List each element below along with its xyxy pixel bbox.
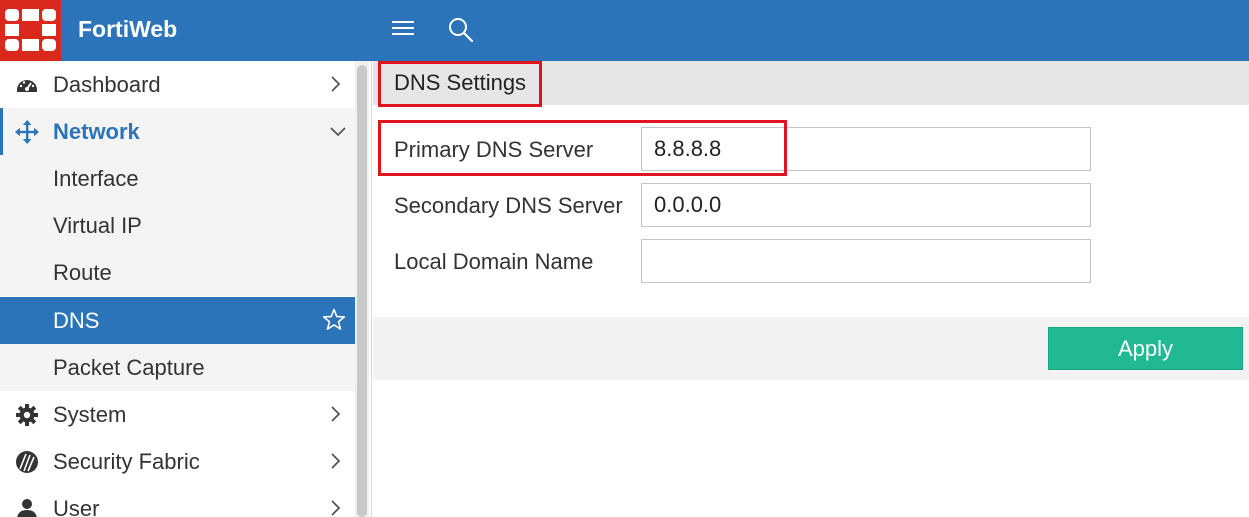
- local-domain-input[interactable]: [641, 239, 1091, 283]
- favorite-star-icon[interactable]: [322, 308, 346, 332]
- sidebar-item-label: Route: [53, 260, 112, 285]
- sidebar-item-label: Dashboard: [53, 72, 161, 97]
- chevron-right-icon: [331, 76, 341, 92]
- sidebar-item-label: Virtual IP: [53, 213, 142, 238]
- sidebar-item-interface[interactable]: Interface: [0, 155, 355, 202]
- sidebar-item-label: Security Fabric: [53, 449, 200, 474]
- highlight-box-title: [378, 61, 542, 107]
- security-fabric-icon: [16, 451, 38, 473]
- hamburger-menu-icon[interactable]: [390, 17, 416, 43]
- sidebar-item-label: Packet Capture: [53, 355, 205, 380]
- sidebar-item-label: DNS: [53, 308, 100, 333]
- network-icon: [15, 120, 39, 144]
- sidebar-item-label: Interface: [53, 166, 139, 191]
- main-content: DNS Settings Primary DNS Server 8.8.8.8 …: [373, 61, 1249, 517]
- chevron-right-icon: [331, 406, 341, 422]
- highlight-box-primary-dns: [378, 120, 787, 176]
- sidebar-item-virtual-ip[interactable]: Virtual IP: [0, 202, 355, 249]
- local-domain-row: Local Domain Name: [373, 239, 1249, 283]
- search-icon[interactable]: [447, 16, 475, 44]
- sidebar-item-user[interactable]: User: [0, 485, 355, 517]
- secondary-dns-input[interactable]: 0.0.0.0: [641, 183, 1091, 227]
- sidebar-item-label: Network: [53, 119, 140, 144]
- sidebar-item-security-fabric[interactable]: Security Fabric: [0, 438, 355, 485]
- sidebar-item-dns[interactable]: DNS: [0, 297, 355, 344]
- form-footer: Apply: [373, 317, 1249, 380]
- gear-icon: [16, 404, 38, 426]
- sidebar-item-route[interactable]: Route: [0, 249, 355, 296]
- secondary-dns-row: Secondary DNS Server 0.0.0.0: [373, 183, 1249, 227]
- sidebar-item-dashboard[interactable]: Dashboard: [0, 61, 355, 108]
- apply-button[interactable]: Apply: [1048, 327, 1243, 370]
- fortinet-logo-icon[interactable]: [0, 0, 61, 61]
- local-domain-label: Local Domain Name: [394, 249, 594, 274]
- chevron-right-icon: [331, 453, 341, 469]
- brand-name: FortiWeb: [78, 16, 178, 42]
- chevron-down-icon: [330, 127, 346, 137]
- sidebar-item-network[interactable]: Network: [0, 108, 355, 155]
- sidebar-item-label: User: [53, 496, 100, 517]
- secondary-dns-label: Secondary DNS Server: [394, 193, 623, 218]
- top-bar: FortiWeb: [0, 0, 1249, 61]
- sidebar-item-packet-capture[interactable]: Packet Capture: [0, 344, 355, 391]
- chevron-right-icon: [331, 500, 341, 516]
- user-icon: [17, 499, 37, 517]
- sidebar-scrollbar-thumb[interactable]: [357, 65, 367, 517]
- sidebar: Dashboard Network Interface Virtual IP R…: [0, 61, 372, 517]
- sidebar-item-label: System: [53, 402, 127, 427]
- sidebar-item-system[interactable]: System: [0, 391, 355, 438]
- dashboard-icon: [17, 80, 37, 92]
